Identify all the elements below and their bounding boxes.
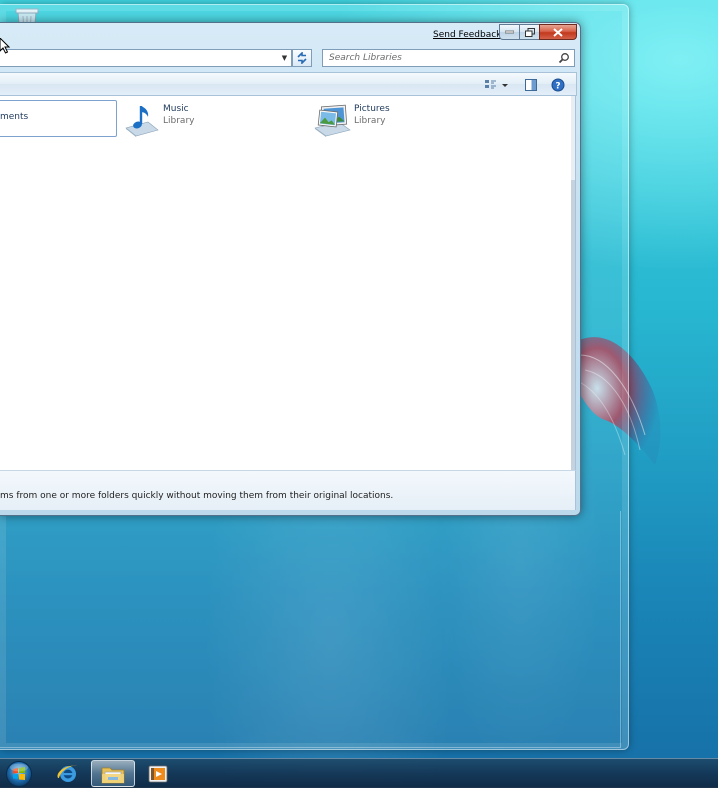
preview-pane-icon[interactable]: [524, 78, 538, 92]
taskbar-windows-explorer[interactable]: [91, 760, 135, 787]
start-button-icon[interactable]: [4, 760, 34, 788]
scroll-thumb[interactable]: [571, 180, 575, 470]
search-box[interactable]: Search Libraries: [322, 49, 575, 67]
libraries-content: ments Music Library Pictures Library: [0, 96, 576, 470]
library-name: Music: [163, 104, 189, 114]
command-bar: ?: [0, 72, 577, 96]
change-view-icon[interactable]: [484, 78, 498, 92]
address-bar[interactable]: ▼: [0, 49, 292, 67]
close-icon: [553, 27, 563, 37]
restore-button[interactable]: [519, 24, 539, 40]
minimize-icon: [505, 30, 514, 34]
taskbar-internet-explorer[interactable]: [46, 760, 90, 787]
library-subtitle: Library: [354, 116, 386, 126]
mouse-cursor-icon: [0, 38, 10, 54]
library-item-documents[interactable]: ments: [0, 100, 117, 137]
details-pane: ms from one or more folders quickly with…: [0, 470, 576, 510]
library-name: ments: [0, 112, 29, 122]
library-subtitle: Library: [163, 116, 195, 126]
library-item-pictures[interactable]: Pictures Library: [313, 102, 390, 138]
search-icon[interactable]: [558, 52, 570, 64]
caption-buttons: [499, 24, 577, 41]
music-library-icon: [125, 106, 159, 137]
title-bar[interactable]: Send Feedback: [0, 23, 580, 47]
pictures-library-icon: [314, 104, 351, 137]
taskbar: [0, 758, 718, 788]
desktop: Send Feedback ▼ Search Libraries ? ments…: [0, 0, 718, 788]
minimize-button[interactable]: [499, 24, 519, 40]
refresh-icon: [297, 52, 307, 64]
svg-text:?: ?: [555, 82, 560, 92]
details-description: ms from one or more folders quickly with…: [0, 491, 394, 501]
library-item-music[interactable]: Music Library: [122, 102, 194, 138]
libraries-window: Send Feedback ▼ Search Libraries ? ments…: [0, 22, 581, 516]
help-icon[interactable]: ?: [551, 78, 565, 92]
vertical-scrollbar[interactable]: [571, 96, 575, 470]
address-dropdown-icon[interactable]: ▼: [280, 53, 289, 63]
close-button[interactable]: [539, 24, 577, 40]
library-name: Pictures: [354, 104, 390, 114]
windows-explorer-icon: [101, 767, 125, 783]
refresh-button[interactable]: [292, 49, 312, 67]
view-dropdown-icon[interactable]: [500, 78, 510, 92]
internet-explorer-icon: [57, 765, 78, 782]
taskbar-media-player[interactable]: [136, 760, 180, 787]
restore-icon: [524, 27, 535, 37]
search-placeholder: Search Libraries: [329, 53, 402, 63]
media-player-icon: [148, 765, 168, 782]
send-feedback-link[interactable]: Send Feedback: [433, 30, 501, 40]
